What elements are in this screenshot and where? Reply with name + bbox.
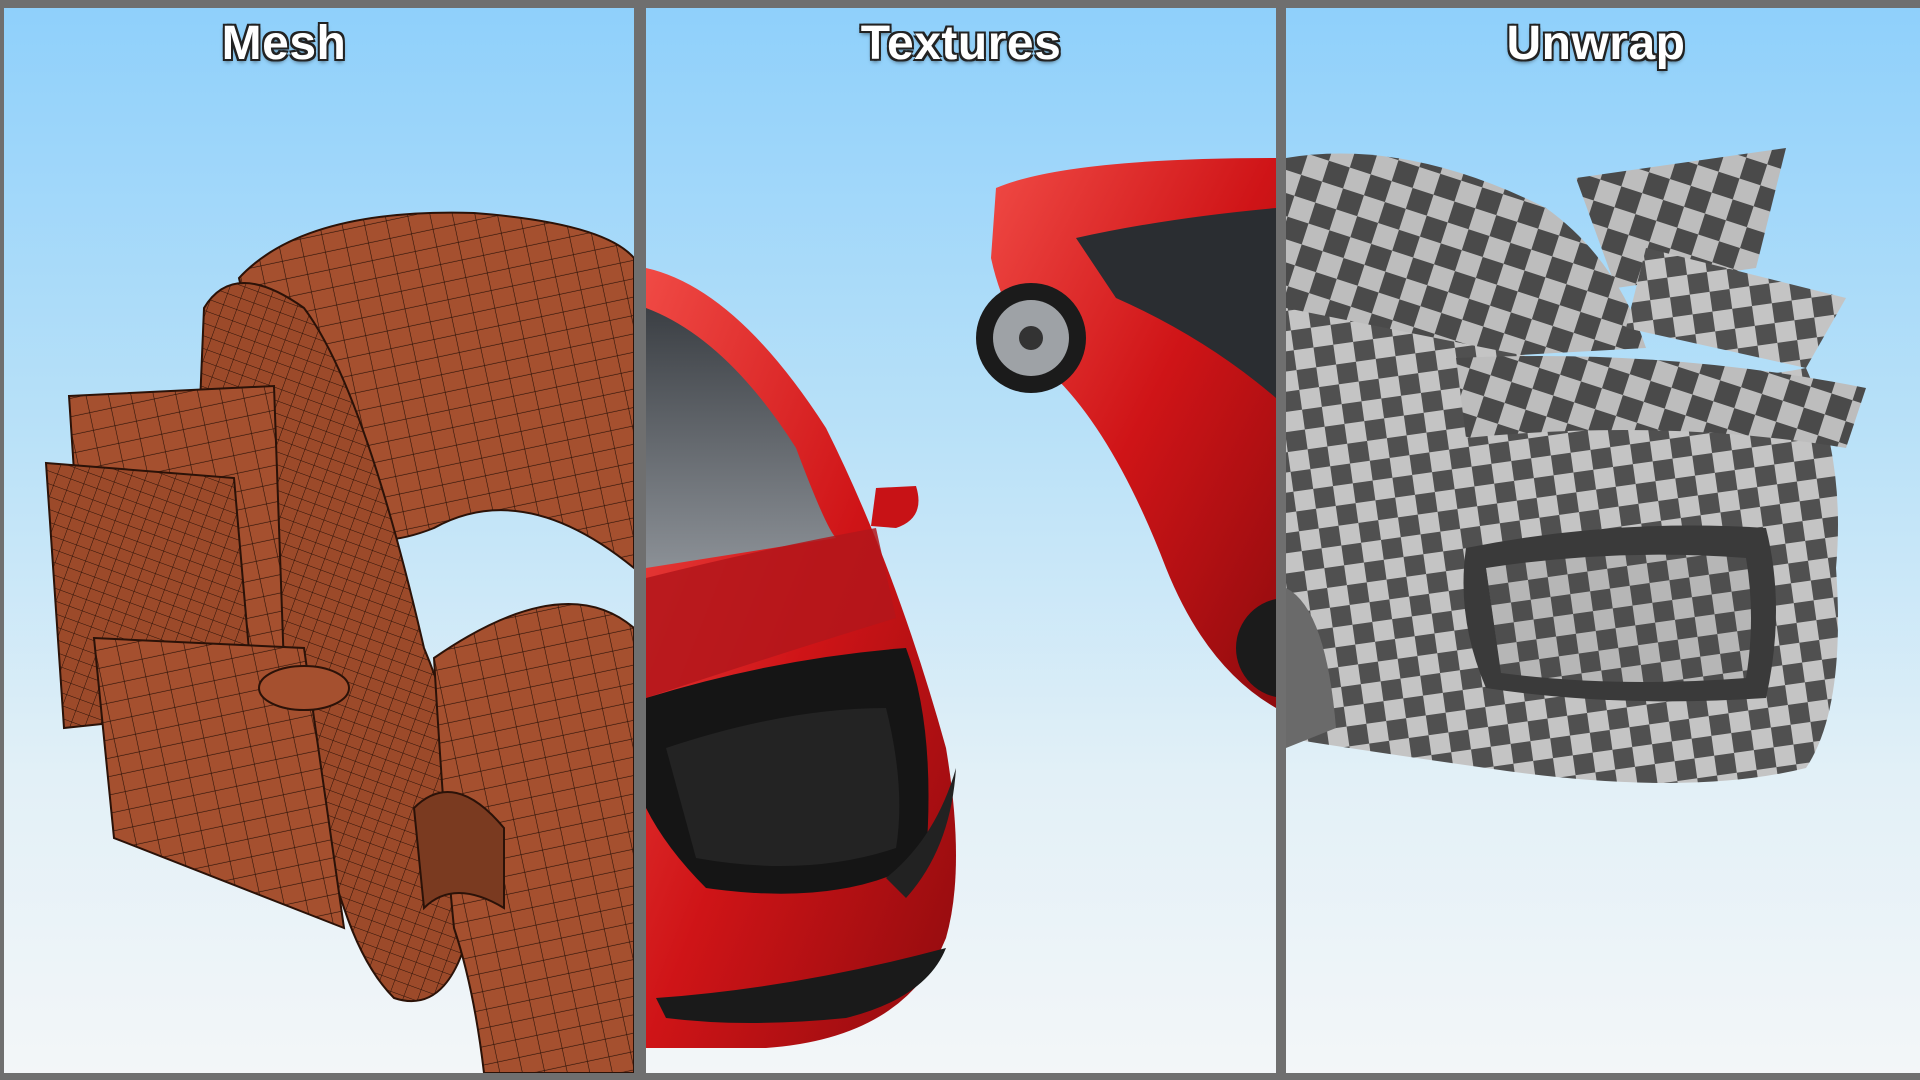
mesh-car-render bbox=[44, 211, 634, 1073]
panel-title-textures: Textures bbox=[860, 17, 1062, 70]
panel-title-mesh: Mesh bbox=[221, 17, 347, 70]
panel-title-unwrap: Unwrap bbox=[1506, 17, 1686, 70]
textured-car-render bbox=[646, 158, 1276, 1048]
unwrap-panel: Unwrap bbox=[1286, 8, 1920, 1073]
textures-panel: Textures bbox=[646, 8, 1276, 1073]
unwrap-checker-car-render bbox=[1286, 148, 1866, 783]
mesh-panel: Mesh bbox=[4, 8, 634, 1073]
image-frame: Mesh Textures Unwrap bbox=[0, 0, 1920, 1080]
